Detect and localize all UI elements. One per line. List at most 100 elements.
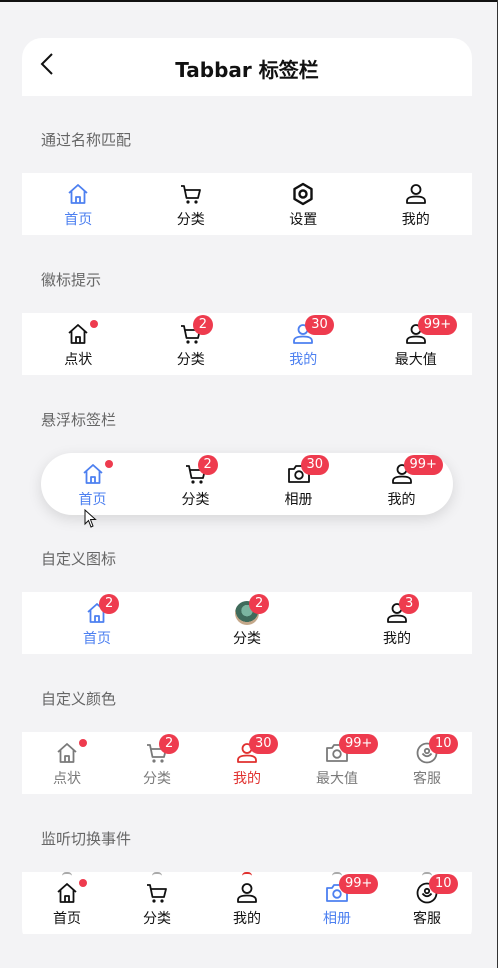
- count-badge: 2: [99, 594, 120, 614]
- tab-item[interactable]: 点状: [22, 313, 135, 375]
- tab-item[interactable]: 首页: [41, 453, 144, 515]
- section-title-change-event: 监听切换事件: [41, 830, 132, 848]
- tab-item[interactable]: 我的: [202, 872, 292, 934]
- count-badge: 99+: [403, 455, 443, 475]
- scroll-edge-indicator: [152, 872, 162, 876]
- tab-item[interactable]: 首页 2: [22, 592, 172, 654]
- scroll-edge-indicator: [242, 872, 252, 876]
- tab-item[interactable]: 分类: [135, 173, 248, 235]
- tab-label: 我的: [233, 771, 261, 787]
- tab-item[interactable]: 分类: [112, 872, 202, 934]
- count-badge: 30: [249, 734, 278, 754]
- section-title-floating: 悬浮标签栏: [41, 411, 117, 429]
- window-top-border: [0, 0, 498, 2]
- count-badge: 3: [399, 594, 420, 614]
- tab-item[interactable]: 设置: [247, 173, 360, 235]
- user-icon: [235, 881, 259, 905]
- tab-item[interactable]: 分类 2: [144, 453, 247, 515]
- tabbar-change-event: 首页 分类 我的 相册 99+ 客服 10: [22, 872, 472, 934]
- count-badge: 10: [429, 874, 458, 894]
- section-title-custom-icon: 自定义图标: [41, 550, 117, 568]
- section-title-custom-color: 自定义颜色: [41, 690, 117, 708]
- scroll-edge-indicator: [422, 872, 432, 876]
- count-badge: 10: [429, 734, 458, 754]
- tab-label: 我的: [383, 631, 411, 647]
- tabbar-custom-icon: 首页 2 分类 2 我的 3: [22, 592, 472, 654]
- tab-item[interactable]: 分类 2: [135, 313, 248, 375]
- home-icon: [55, 881, 79, 905]
- tab-label: 相册: [284, 492, 313, 508]
- tab-label: 分类: [143, 771, 171, 787]
- tab-item[interactable]: 我的: [360, 173, 473, 235]
- tab-item[interactable]: 我的 3: [322, 592, 472, 654]
- count-badge: 99+: [339, 734, 379, 754]
- count-badge: 30: [305, 315, 334, 335]
- home-icon: [81, 462, 105, 486]
- count-badge: 99+: [339, 874, 379, 894]
- tab-label: 分类: [143, 911, 171, 927]
- tab-label: 最大值: [316, 771, 358, 787]
- section-title-badge: 徽标提示: [41, 271, 102, 289]
- tab-label: 客服: [413, 771, 441, 787]
- tab-item[interactable]: 首页: [22, 173, 135, 235]
- tab-label: 分类: [176, 212, 205, 228]
- tab-label: 客服: [413, 911, 441, 927]
- tab-item[interactable]: 我的 30: [202, 732, 292, 794]
- tab-item[interactable]: 客服 10: [382, 872, 472, 934]
- count-badge: 2: [192, 315, 214, 335]
- tab-item[interactable]: 分类 2: [172, 592, 322, 654]
- tab-label: 设置: [289, 212, 318, 228]
- tab-label: 首页: [64, 212, 93, 228]
- tabbar-floating: 首页 分类 2 相册 30 我的 99+: [41, 453, 453, 515]
- home-icon: [55, 741, 79, 765]
- page-title: Tabbar 标签栏: [175, 58, 319, 82]
- cart-icon: [145, 881, 169, 905]
- tab-label: 首页: [83, 631, 111, 647]
- count-badge: 99+: [417, 315, 458, 335]
- mouse-cursor-icon: [84, 509, 97, 528]
- tab-label: 分类: [176, 352, 205, 368]
- tab-item[interactable]: 我的 99+: [350, 453, 453, 515]
- tabbar-badge: 点状 分类 2 我的 30 最大值 99+: [22, 313, 472, 375]
- dot-badge: [90, 320, 99, 328]
- tab-item[interactable]: 我的 30: [247, 313, 360, 375]
- section-title-name-match: 通过名称匹配: [41, 131, 132, 149]
- tab-label: 首页: [53, 911, 81, 927]
- home-icon: [66, 182, 90, 206]
- tab-item[interactable]: 最大值 99+: [292, 732, 382, 794]
- scroll-edge-indicator: [62, 872, 72, 876]
- nav-bar: Tabbar 标签栏: [22, 38, 472, 96]
- tab-label: 相册: [323, 911, 351, 927]
- count-badge: 30: [300, 455, 330, 475]
- tab-label: 我的: [289, 352, 318, 368]
- tab-label: 我的: [233, 911, 261, 927]
- phone-frame: Tabbar 标签栏 通过名称匹配 首页 分类 设置 我的 徽标提示 点状 分类 2 我的 3…: [22, 38, 472, 948]
- tab-label: 分类: [233, 631, 261, 647]
- tab-label: 点状: [53, 771, 81, 787]
- tab-label: 分类: [181, 492, 210, 508]
- scroll-edge-indicator: [332, 872, 342, 876]
- tab-item[interactable]: 相册 99+: [292, 872, 382, 934]
- tab-item[interactable]: 点状: [22, 732, 112, 794]
- tab-item[interactable]: 最大值 99+: [360, 313, 473, 375]
- count-badge: 2: [249, 594, 270, 614]
- dot-badge: [79, 879, 87, 887]
- dot-badge: [79, 739, 87, 747]
- cart-icon: [179, 182, 203, 206]
- settings-icon: [291, 182, 315, 206]
- tab-item[interactable]: 分类 2: [112, 732, 202, 794]
- tabbar-custom-color: 点状 分类 2 我的 30 最大值 99+ 客服 10: [22, 732, 472, 794]
- tab-item[interactable]: 客服 10: [382, 732, 472, 794]
- tabbar-name-match: 首页 分类 设置 我的: [22, 173, 472, 235]
- tab-item[interactable]: 首页: [22, 872, 112, 934]
- tab-label: 我的: [387, 492, 416, 508]
- tab-label: 首页: [78, 492, 107, 508]
- user-icon: [404, 182, 428, 206]
- tab-item[interactable]: 相册 30: [247, 453, 350, 515]
- tab-label: 最大值: [394, 352, 437, 368]
- count-badge: 2: [159, 734, 180, 754]
- tab-label: 我的: [401, 212, 430, 228]
- dot-badge: [104, 460, 113, 468]
- tab-label: 点状: [64, 352, 93, 368]
- count-badge: 2: [197, 455, 218, 475]
